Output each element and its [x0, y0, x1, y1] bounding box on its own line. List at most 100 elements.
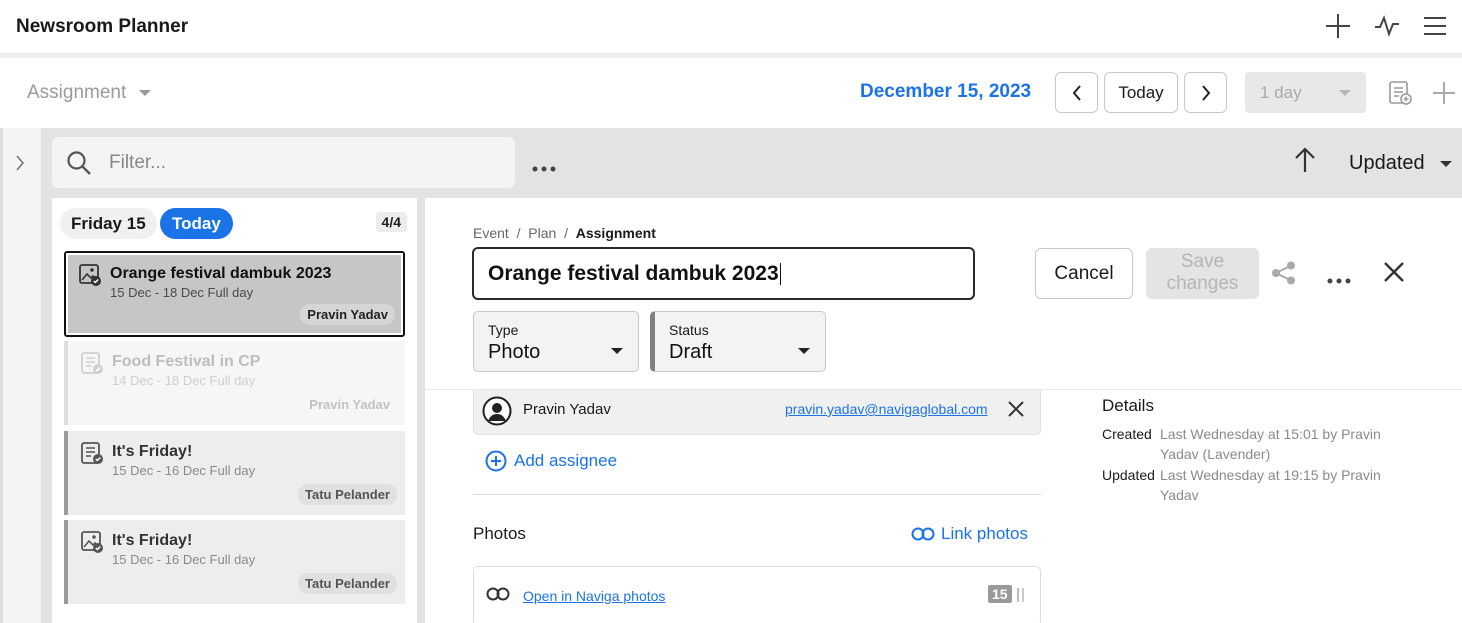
- breadcrumb: Event / Plan / Assignment: [473, 225, 656, 241]
- list-item[interactable]: Food Festival in CP 14 Dec - 18 Dec Full…: [64, 341, 405, 425]
- sidebar-edge: [0, 128, 3, 623]
- view-select[interactable]: Assignment: [27, 82, 152, 104]
- caret-down-icon: [139, 90, 152, 96]
- breadcrumb-event[interactable]: Event: [473, 225, 509, 241]
- list-item[interactable]: Orange festival dambuk 2023 15 Dec - 18 …: [64, 251, 405, 337]
- article-check-icon: [80, 351, 104, 380]
- link-icon: [486, 587, 510, 606]
- filter-placeholder: Filter...: [109, 152, 167, 173]
- assignee-name: Pravin Yadav: [523, 401, 611, 418]
- open-in-naviga-photos-link[interactable]: Open in Naviga photos: [523, 588, 665, 604]
- remove-assignee-icon[interactable]: [1007, 400, 1025, 423]
- chevron-right-icon[interactable]: [15, 155, 25, 171]
- current-date: December 15, 2023: [860, 81, 1032, 102]
- photos-heading: Photos: [473, 524, 526, 543]
- more-options-icon[interactable]: [532, 159, 556, 177]
- header-actions: [1324, 12, 1448, 40]
- image-check-icon: [78, 263, 102, 292]
- assignment-detail: Event / Plan / Assignment Orange festiva…: [425, 198, 1462, 623]
- period-select[interactable]: 1 day: [1245, 72, 1366, 113]
- item-assignee: Pravin Yadav: [309, 397, 390, 412]
- section-divider: [473, 494, 1041, 495]
- item-assignee: Tatu Pelander: [297, 484, 397, 505]
- app-title: Newsroom Planner: [16, 16, 189, 37]
- updated-meta: Updated Last Wednesday at 19:15 by Pravi…: [1102, 465, 1412, 507]
- add-icon[interactable]: [1324, 12, 1352, 40]
- item-title: It's Friday!: [112, 443, 193, 460]
- item-dates: 15 Dec - 16 Dec Full day: [112, 463, 256, 478]
- item-title: It's Friday!: [112, 532, 193, 549]
- close-icon[interactable]: [1383, 261, 1405, 288]
- view-select-label: Assignment: [27, 82, 127, 103]
- created-meta: Created Last Wednesday at 15:01 by Pravi…: [1102, 424, 1412, 466]
- item-assignee: Tatu Pelander: [297, 573, 397, 594]
- save-changes-button[interactable]: Save changes: [1146, 248, 1259, 299]
- day-label: Friday 15: [60, 208, 157, 239]
- type-value: Photo: [488, 341, 541, 363]
- item-dates: 14 Dec - 18 Dec Full day: [112, 373, 256, 388]
- assignment-list: Friday 15 Today 4/4 Orange festival damb…: [52, 198, 417, 623]
- image-check-icon: [80, 530, 104, 559]
- created-value: Last Wednesday at 15:01 by Pravin Yadav …: [1160, 426, 1381, 462]
- sort-select[interactable]: Updated: [1349, 152, 1425, 175]
- sort-direction-icon[interactable]: [1294, 147, 1316, 178]
- link-photos-button[interactable]: Link photos: [911, 524, 1028, 544]
- photo-stack-icon: [1016, 587, 1026, 608]
- photos-count-badge: 15: [988, 585, 1012, 603]
- breadcrumb-plan[interactable]: Plan: [528, 225, 556, 241]
- today-button[interactable]: Today: [1104, 72, 1178, 113]
- breadcrumb-assignment: Assignment: [575, 225, 656, 241]
- status-label: Status: [669, 322, 709, 338]
- search-icon: [67, 151, 91, 175]
- more-options-icon[interactable]: [1327, 271, 1351, 289]
- item-title: Food Festival in CP: [112, 353, 261, 370]
- updated-value: Last Wednesday at 19:15 by Pravin Yadav: [1160, 467, 1381, 503]
- chevron-right-icon: [1201, 84, 1210, 101]
- avatar: [482, 396, 512, 431]
- list-item[interactable]: It's Friday! 15 Dec - 16 Dec Full day Ta…: [64, 431, 405, 515]
- text-cursor: [779, 263, 781, 286]
- link-photos-label: Link photos: [941, 524, 1028, 543]
- share-icon[interactable]: [1271, 261, 1297, 290]
- status-select[interactable]: Status Draft: [650, 311, 826, 372]
- article-check-icon: [80, 441, 104, 470]
- assignee-email-link[interactable]: pravin.yadav@navigaglobal.com: [785, 401, 988, 417]
- toolbar: Assignment December 15, 2023 Today 1 day: [0, 58, 1462, 128]
- item-title: Orange festival dambuk 2023: [110, 265, 332, 282]
- title-input[interactable]: Orange festival dambuk 2023: [472, 247, 975, 300]
- type-select[interactable]: Type Photo: [473, 311, 639, 372]
- caret-down-icon: [1339, 90, 1351, 96]
- today-badge: Today: [160, 208, 233, 239]
- collapsed-sidebar[interactable]: [0, 128, 42, 623]
- item-dates: 15 Dec - 18 Dec Full day: [110, 285, 254, 300]
- activity-icon[interactable]: [1374, 14, 1400, 38]
- menu-icon[interactable]: [1422, 15, 1448, 37]
- filter-input[interactable]: Filter...: [52, 137, 515, 188]
- chevron-left-icon: [1072, 84, 1081, 101]
- add-assignee-label: Add assignee: [514, 451, 618, 470]
- type-label: Type: [488, 322, 519, 338]
- created-label: Created: [1102, 426, 1152, 442]
- period-label: 1 day: [1260, 82, 1302, 102]
- app-header: Newsroom Planner: [0, 0, 1462, 54]
- add-icon[interactable]: [1432, 81, 1456, 110]
- add-circle-icon: [485, 450, 507, 472]
- previous-day-button[interactable]: [1055, 72, 1098, 113]
- link-icon: [911, 527, 935, 541]
- details-heading: Details: [1102, 396, 1154, 415]
- cancel-button[interactable]: Cancel: [1035, 248, 1133, 299]
- add-assignee-button[interactable]: Add assignee: [485, 450, 617, 472]
- add-planning-icon[interactable]: [1388, 80, 1412, 111]
- status-value: Draft: [669, 341, 713, 363]
- caret-down-icon[interactable]: [1439, 160, 1453, 168]
- item-dates: 15 Dec - 16 Dec Full day: [112, 552, 256, 567]
- updated-label: Updated: [1102, 467, 1155, 483]
- caret-down-icon: [611, 348, 623, 354]
- caret-down-icon: [798, 348, 810, 354]
- assignee-row: Pravin Yadav pravin.yadav@navigaglobal.c…: [473, 390, 1041, 435]
- list-item[interactable]: It's Friday! 15 Dec - 16 Dec Full day Ta…: [64, 520, 405, 604]
- title-value: Orange festival dambuk 2023: [488, 262, 779, 285]
- item-count: 4/4: [375, 212, 407, 232]
- item-assignee: Pravin Yadav: [300, 304, 395, 325]
- next-day-button[interactable]: [1184, 72, 1227, 113]
